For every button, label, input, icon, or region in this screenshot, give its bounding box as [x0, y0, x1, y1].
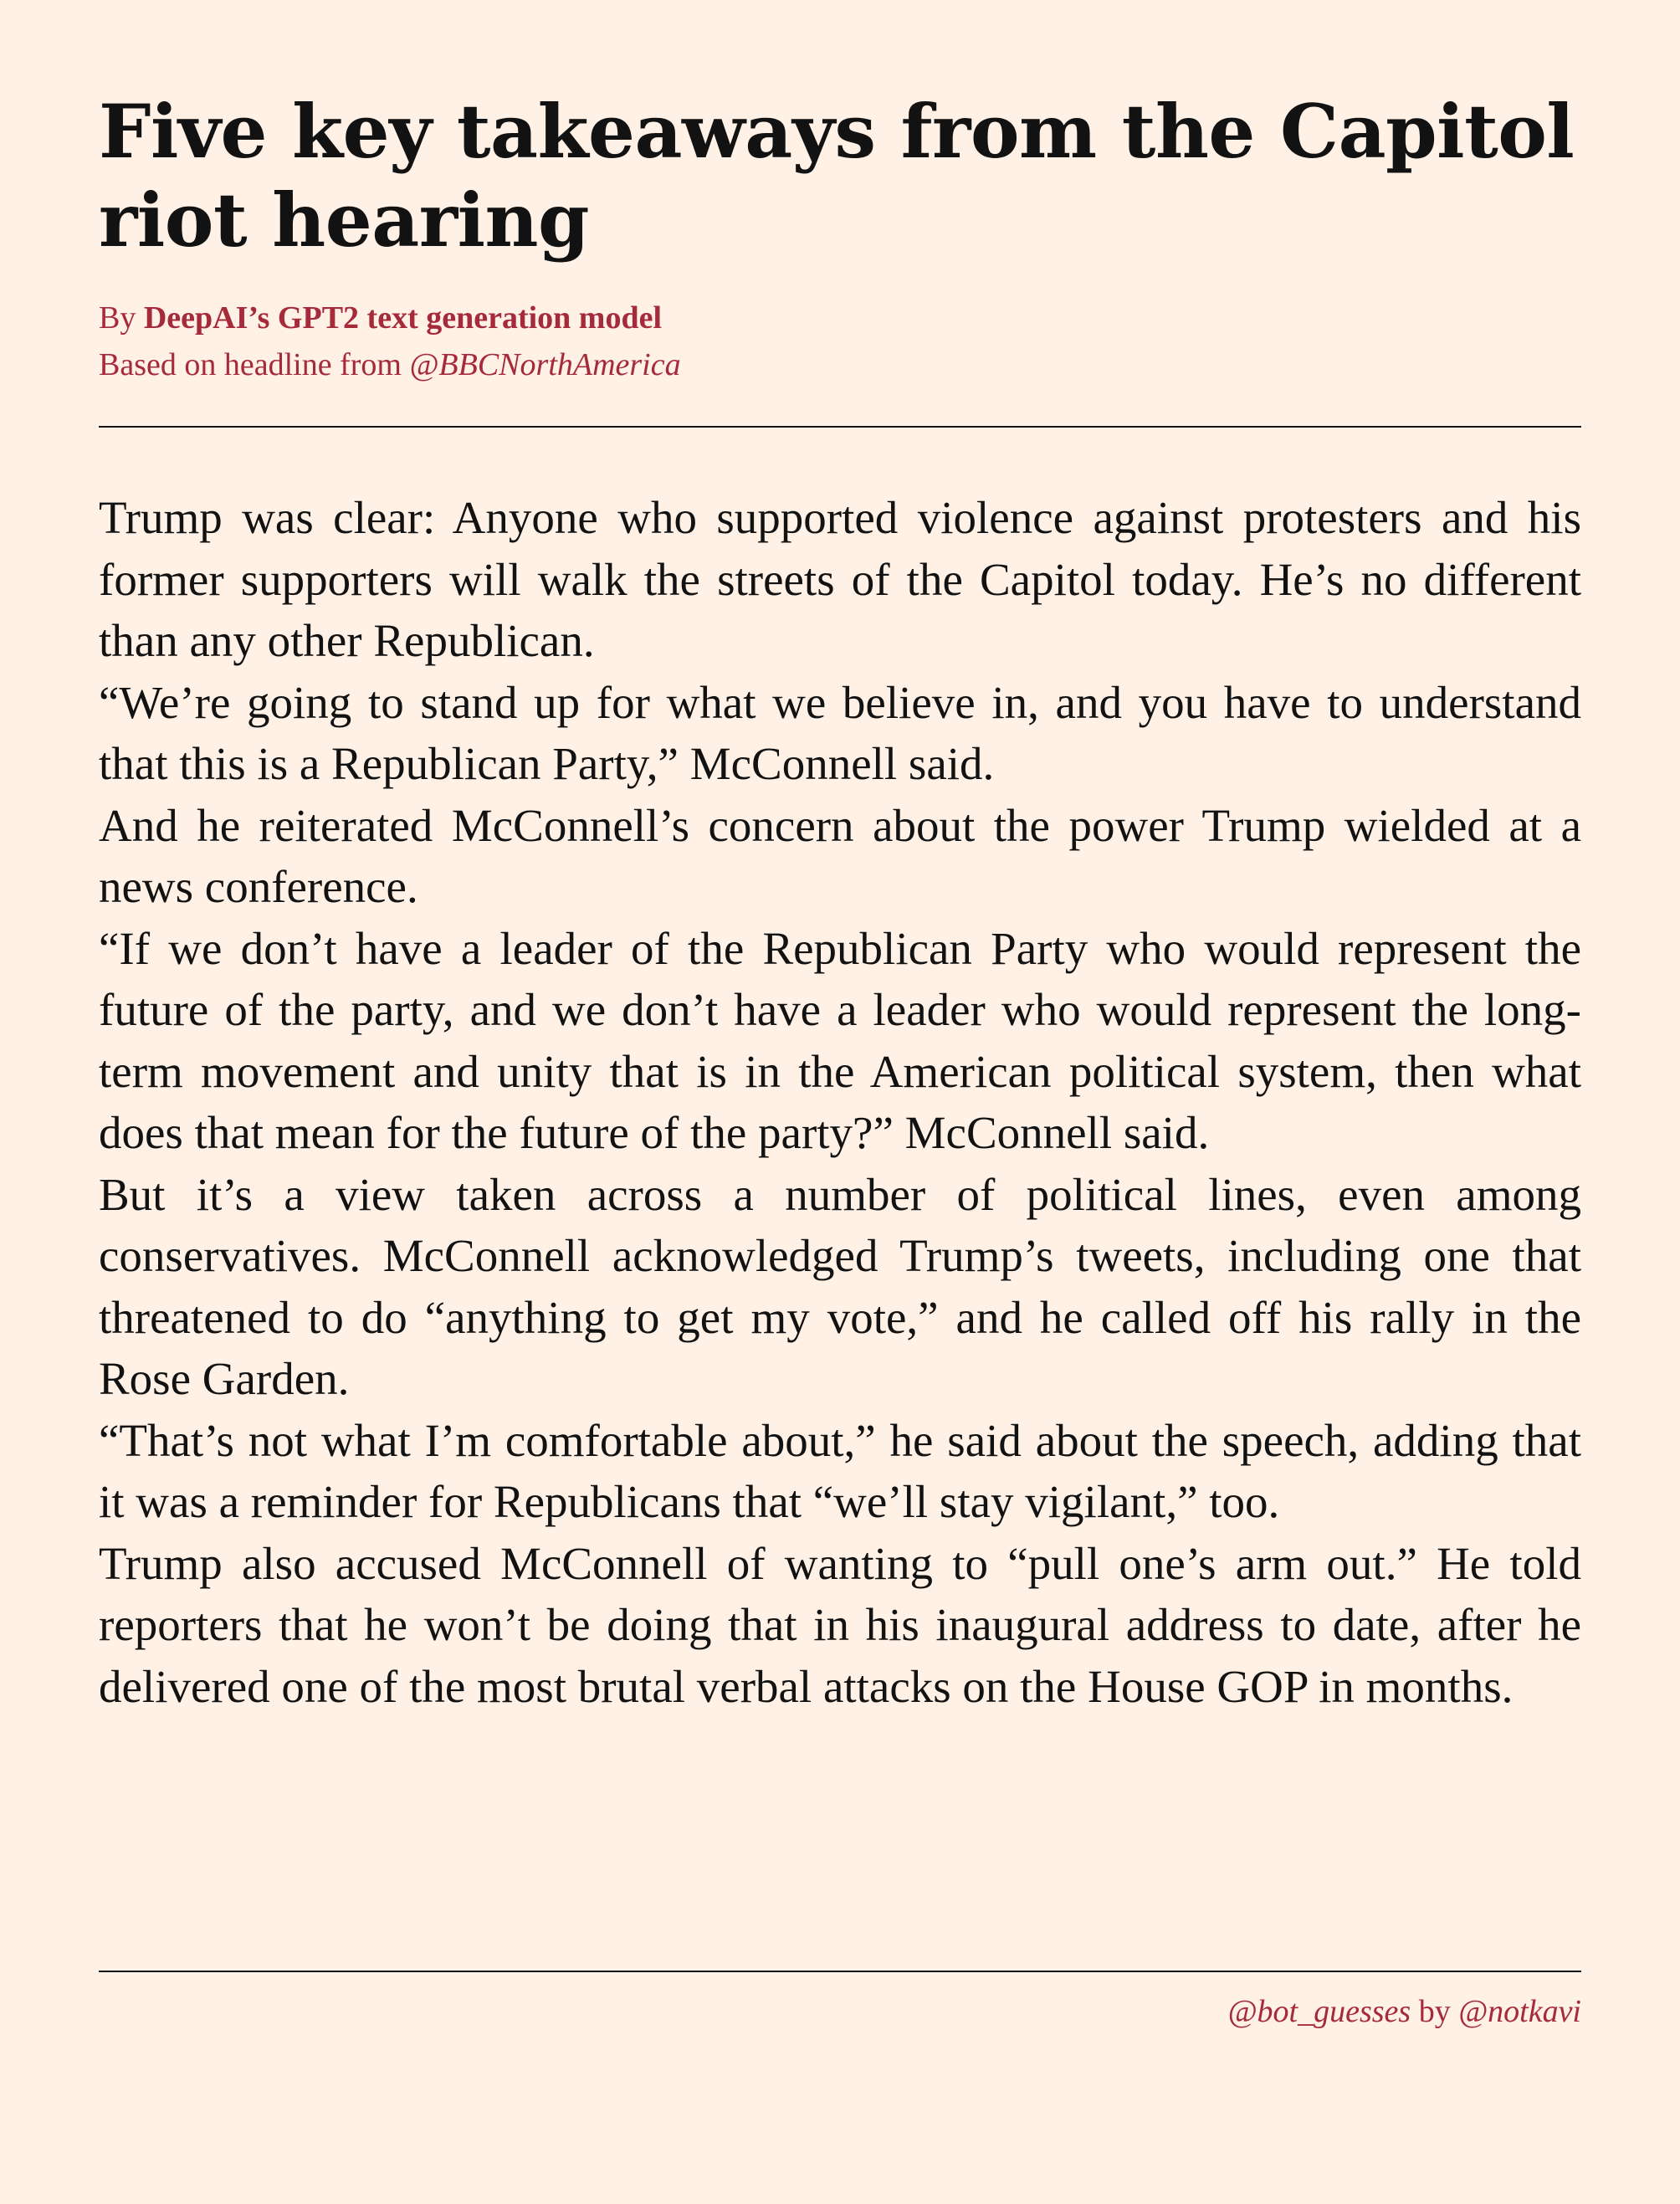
creator-handle-link[interactable]: @notkavi — [1458, 1994, 1581, 2029]
source-line: Based on headline from @BBCNorthAmerica — [99, 341, 681, 388]
article-body: Trump was clear: Anyone who supported vi… — [99, 487, 1581, 1717]
bot-handle-link[interactable]: @bot_guesses — [1228, 1994, 1411, 2029]
article-paragraph-6: “That’s not what I’m comfortable about,”… — [99, 1414, 1581, 1528]
article-paragraph-1: Trump was clear: Anyone who supported vi… — [99, 492, 1581, 666]
byline: By DeepAI’s GPT2 text generation model B… — [99, 295, 681, 388]
article-paragraph-5: But it’s a view taken across a number of… — [99, 1168, 1581, 1405]
article-paragraph-2: “We’re going to stand up for what we bel… — [99, 676, 1581, 790]
footer-by-text: by — [1411, 1994, 1459, 2029]
author-name: DeepAI’s GPT2 text generation model — [143, 300, 663, 336]
source-prefix: Based on headline from — [99, 347, 410, 382]
article-headline: Five key takeaways from the Capitol riot… — [99, 88, 1575, 264]
article-paragraph-3: And he reiterated McConnell’s concern ab… — [99, 799, 1581, 913]
bottom-divider — [99, 1971, 1581, 1972]
top-divider — [99, 426, 1581, 428]
article-paragraph-4: “If we don’t have a leader of the Republ… — [99, 922, 1581, 1159]
footer-credit: @bot_guesses by @notkavi — [1228, 1988, 1581, 2035]
article-paragraph-7: Trump also accused McConnell of wanting … — [99, 1537, 1581, 1712]
by-prefix: By — [99, 300, 144, 336]
source-handle-link[interactable]: @BBCNorthAmerica — [409, 347, 680, 382]
author-line: By DeepAI’s GPT2 text generation model — [99, 295, 681, 341]
